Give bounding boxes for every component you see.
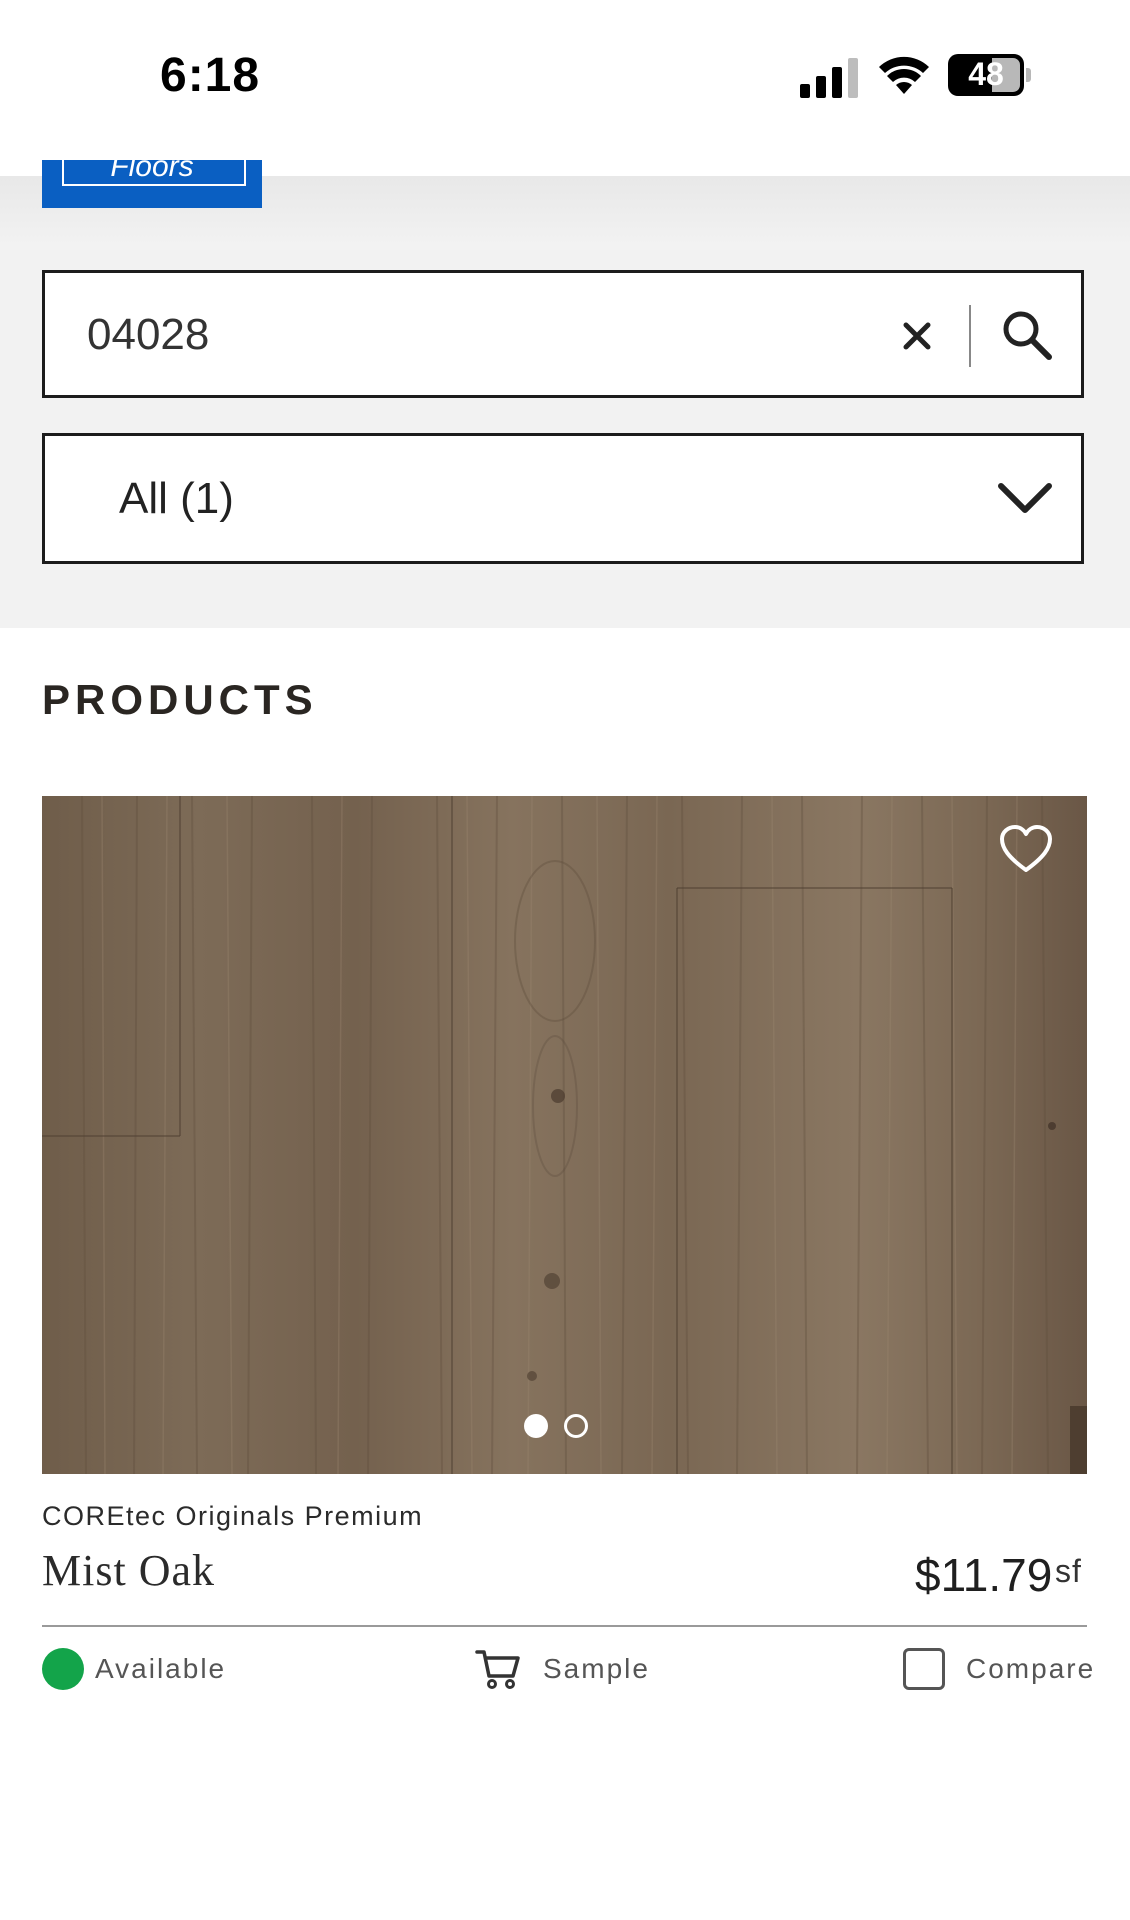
sample-button[interactable]: Sample (543, 1653, 650, 1685)
carousel-dot-2[interactable] (564, 1414, 588, 1438)
signal-icon (800, 58, 858, 98)
section-heading: PRODUCTS (42, 676, 318, 723)
price-unit: sf (1055, 1553, 1082, 1589)
battery-icon: 48 (948, 54, 1032, 96)
status-time: 6:18 (160, 49, 261, 102)
battery-level: 48 (968, 56, 1004, 92)
product-brand: COREtec Originals Premium (42, 1501, 424, 1531)
product-image[interactable] (42, 796, 1087, 1474)
chevron-down-icon (998, 483, 1052, 513)
category-select[interactable]: All (1) (42, 433, 1084, 564)
search-divider (969, 305, 971, 367)
product-price: $11.79 (915, 1549, 1053, 1601)
status-bar: 6:18 48 (0, 0, 1130, 160)
search-icon[interactable] (997, 305, 1057, 365)
wood-texture (42, 796, 1087, 1474)
search-input[interactable] (87, 307, 867, 363)
carousel-dot-1[interactable] (524, 1414, 548, 1438)
heart-icon[interactable] (998, 824, 1054, 876)
select-value: All (1) (119, 474, 234, 523)
clear-icon[interactable] (890, 309, 944, 363)
search-box (42, 270, 1084, 398)
product-name[interactable]: Mist Oak (42, 1545, 215, 1596)
compare-label[interactable]: Compare (966, 1653, 1095, 1685)
cart-icon[interactable] (475, 1648, 521, 1690)
compare-checkbox[interactable] (903, 1648, 945, 1690)
divider (42, 1625, 1087, 1627)
wifi-icon (879, 56, 929, 94)
availability-label: Available (95, 1653, 227, 1684)
availability-indicator (42, 1648, 84, 1690)
